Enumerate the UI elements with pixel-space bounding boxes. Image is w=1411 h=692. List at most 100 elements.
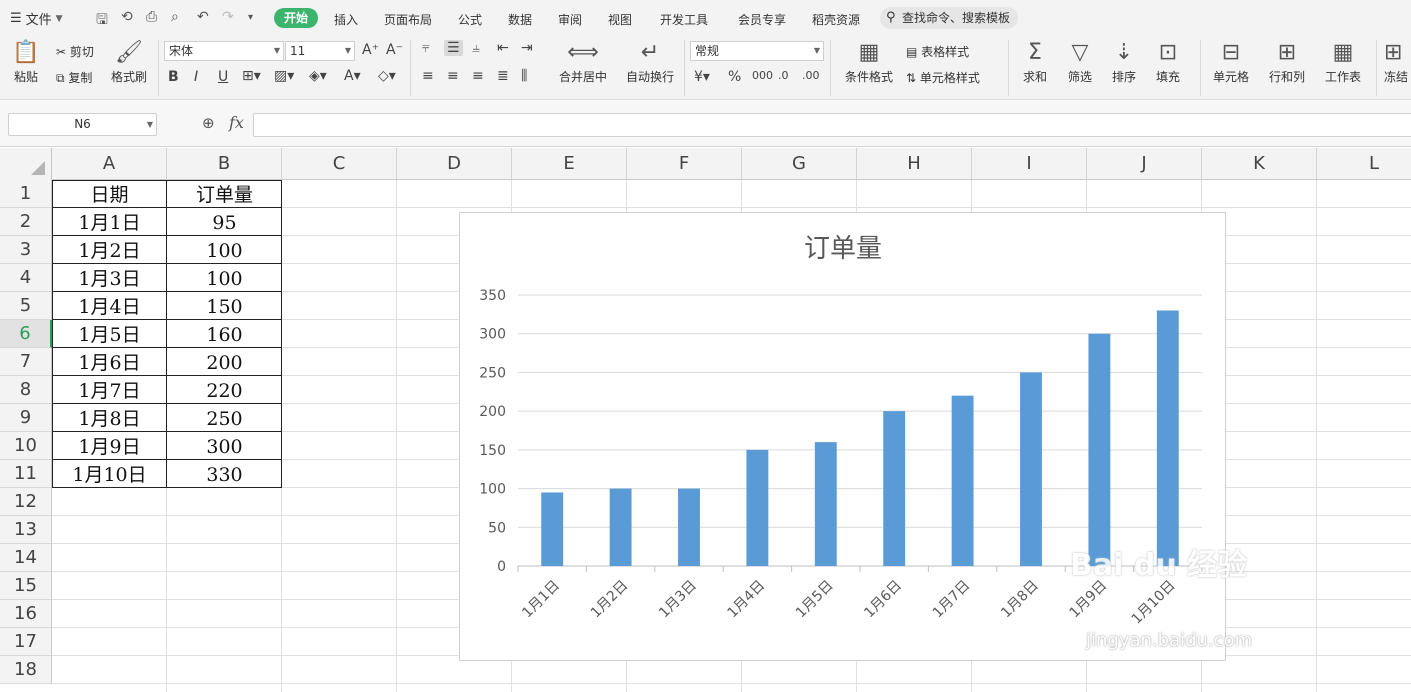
select-all-corner[interactable]: [0, 148, 52, 180]
border-icon[interactable]: ⊞▾: [242, 68, 261, 84]
column-header-a[interactable]: A: [52, 148, 167, 180]
wrap-text-button[interactable]: ↵ 自动换行: [622, 40, 678, 85]
font-size-select[interactable]: 11 ▼: [285, 41, 355, 61]
formula-input[interactable]: [253, 113, 1411, 137]
tab-review[interactable]: 审阅: [558, 11, 582, 28]
align-top-icon[interactable]: ⫧: [422, 40, 430, 56]
table-header-cell[interactable]: 日期: [52, 180, 167, 208]
tab-home[interactable]: 开始: [274, 8, 318, 28]
row-header-15[interactable]: 15: [0, 572, 52, 600]
column-header-k[interactable]: K: [1202, 148, 1317, 180]
cell-fill-icon[interactable]: ▨▾: [274, 68, 294, 84]
row-header-13[interactable]: 13: [0, 516, 52, 544]
row-header-4[interactable]: 4: [0, 264, 52, 292]
row-header-2[interactable]: 2: [0, 208, 52, 236]
row-header-7[interactable]: 7: [0, 348, 52, 376]
column-header-f[interactable]: F: [627, 148, 742, 180]
table-cell[interactable]: 1月8日: [52, 404, 167, 432]
column-header-l[interactable]: L: [1317, 148, 1411, 180]
format-painter-button[interactable]: 🖌 格式刷: [108, 40, 150, 85]
font-color-icon[interactable]: A▾: [344, 68, 361, 84]
distributed-icon[interactable]: ⫼: [521, 68, 527, 84]
file-menu[interactable]: ☰ 文件 ▼: [10, 9, 63, 28]
italic-icon[interactable]: I: [194, 69, 198, 85]
tab-data[interactable]: 数据: [508, 11, 532, 28]
table-cell[interactable]: 250: [167, 404, 282, 432]
cell-style-button[interactable]: ⇅ 单元格样式: [906, 69, 980, 86]
print-preview-icon[interactable]: ⌕: [171, 9, 179, 25]
bar-chart[interactable]: 订单量 0 50 100 150 200 250 300 350 1月1日 1月2日 1月3日 1月4日…: [459, 212, 1226, 661]
table-cell[interactable]: 1月4日: [52, 292, 167, 320]
row-header-12[interactable]: 12: [0, 488, 52, 516]
table-cell[interactable]: 160: [167, 320, 282, 348]
row-header-9[interactable]: 9: [0, 404, 52, 432]
merge-center-button[interactable]: ⟺ 合并居中: [552, 40, 614, 85]
tab-docer[interactable]: 稻壳资源: [812, 11, 860, 28]
table-cell[interactable]: 1月5日: [52, 320, 167, 348]
filter-button[interactable]: ▽ 筛选: [1062, 40, 1098, 85]
tab-formulas[interactable]: 公式: [458, 11, 482, 28]
column-header-j[interactable]: J: [1087, 148, 1202, 180]
align-middle-icon[interactable]: ☰: [444, 40, 463, 56]
fill-color-icon[interactable]: ◈▾: [309, 68, 327, 84]
undo-icon[interactable]: ↶: [197, 9, 209, 25]
table-style-button[interactable]: ▤ 表格样式: [906, 43, 969, 60]
tab-member[interactable]: 会员专享: [738, 11, 786, 28]
table-cell[interactable]: 1月7日: [52, 376, 167, 404]
column-header-g[interactable]: G: [742, 148, 857, 180]
copy-button[interactable]: ⧉ 复制: [56, 69, 92, 86]
redo-icon[interactable]: ↷: [222, 9, 234, 25]
row-header-1[interactable]: 1: [0, 180, 52, 208]
tab-view[interactable]: 视图: [608, 11, 632, 28]
column-header-h[interactable]: H: [857, 148, 972, 180]
justify-icon[interactable]: ≣: [497, 68, 509, 84]
sum-button[interactable]: Σ 求和: [1018, 40, 1052, 85]
row-header-17[interactable]: 17: [0, 628, 52, 656]
table-cell[interactable]: 100: [167, 264, 282, 292]
name-box[interactable]: N6 ▼: [8, 113, 157, 136]
sort-button[interactable]: ⇣ 排序: [1106, 40, 1142, 85]
row-header-3[interactable]: 3: [0, 236, 52, 264]
decrease-decimal-icon[interactable]: .00: [802, 69, 820, 82]
table-cell[interactable]: 1月6日: [52, 348, 167, 376]
table-cell[interactable]: 200: [167, 348, 282, 376]
fill-button[interactable]: ⊡ 填充: [1150, 40, 1186, 85]
command-search[interactable]: ⚲ 查找命令、搜索模板: [880, 7, 1018, 29]
percent-icon[interactable]: %: [728, 69, 741, 85]
column-header-i[interactable]: I: [972, 148, 1087, 180]
decrease-font-icon[interactable]: A⁻: [386, 42, 403, 58]
conditional-format-button[interactable]: ▦ 条件格式: [838, 40, 900, 85]
table-cell[interactable]: 300: [167, 432, 282, 460]
table-cell[interactable]: 1月10日: [52, 460, 167, 488]
worksheet-button[interactable]: ▦ 工作表: [1318, 40, 1368, 85]
font-name-select[interactable]: 宋体 ▼: [164, 41, 284, 61]
table-cell[interactable]: 1月9日: [52, 432, 167, 460]
align-bottom-icon[interactable]: ⫨: [472, 40, 480, 56]
row-header-18[interactable]: 18: [0, 656, 52, 684]
row-header-14[interactable]: 14: [0, 544, 52, 572]
column-header-b[interactable]: B: [167, 148, 282, 180]
row-header-16[interactable]: 16: [0, 600, 52, 628]
align-right-icon[interactable]: ≡: [472, 68, 484, 84]
table-cell[interactable]: 330: [167, 460, 282, 488]
table-cell[interactable]: 100: [167, 236, 282, 264]
column-header-e[interactable]: E: [512, 148, 627, 180]
column-header-d[interactable]: D: [397, 148, 512, 180]
zoom-icon[interactable]: ⊕: [202, 114, 215, 132]
row-header-6[interactable]: 6: [0, 320, 52, 348]
thousands-icon[interactable]: 000: [752, 69, 773, 82]
row-col-button[interactable]: ⊞ 行和列: [1262, 40, 1312, 85]
paste-button[interactable]: 📋 粘贴: [8, 40, 44, 85]
export-icon[interactable]: ⟲: [121, 9, 133, 25]
quick-access-dropdown-icon[interactable]: ▾: [248, 12, 253, 23]
table-header-cell[interactable]: 订单量: [167, 180, 282, 208]
row-header-11[interactable]: 11: [0, 460, 52, 488]
table-cell[interactable]: 220: [167, 376, 282, 404]
indent-decrease-icon[interactable]: ⇤: [497, 40, 509, 56]
row-header-10[interactable]: 10: [0, 432, 52, 460]
tab-insert[interactable]: 插入: [334, 11, 358, 28]
save-icon[interactable]: 🖫: [96, 9, 108, 33]
row-header-5[interactable]: 5: [0, 292, 52, 320]
freeze-button[interactable]: ⊞ 冻结: [1384, 40, 1411, 85]
column-header-c[interactable]: C: [282, 148, 397, 180]
